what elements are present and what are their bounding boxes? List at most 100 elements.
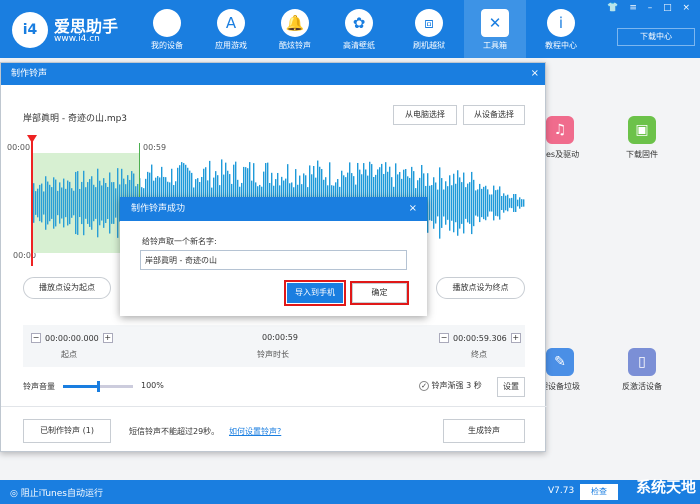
tool-deactivate-device[interactable]: ▯ 反激活设备 [612,348,672,392]
end-caption: 终点 [471,350,487,359]
settings-button[interactable]: 设置 [497,377,525,397]
dialog-title: 制作铃声 [11,69,48,79]
nav-my-device[interactable]: 我的设备 [136,0,198,58]
select-from-device-button[interactable]: 从设备选择 [463,105,525,125]
waveform-bar [37,188,39,218]
nav-ringtones[interactable]: 🔔 酷炫铃声 [264,0,326,58]
volume-label: 铃声音量 [23,382,55,391]
nav-label: 我的设备 [151,41,183,50]
download-center-button[interactable]: 下载中心 [617,28,695,46]
waveform-bar [427,173,429,233]
window-controls[interactable]: 👕 ≡ – □ × [607,3,694,13]
flower-icon: ✿ [345,9,373,37]
volume-slider[interactable] [63,381,133,392]
duration-caption: 铃声时长 [257,350,289,359]
waveform-bar [479,183,481,223]
waveform-bar [45,176,47,230]
close-icon[interactable]: × [409,197,417,221]
ringtone-name-input[interactable] [140,250,407,270]
waveform-bar [65,188,67,218]
tool-label: 理设备垃圾 [540,382,580,391]
volume-slider-thumb[interactable] [97,381,100,392]
itunes-autorun-toggle[interactable]: ◎ 阻止iTunes自动运行 [10,486,103,499]
waveform-bar [117,168,119,238]
how-to-set-ringtone-link[interactable]: 如何设置铃声? [229,426,281,437]
waveform-bar [79,188,81,218]
tools-icon: ✕ [481,9,509,37]
waveform-bar [49,184,51,222]
waveform-bar [517,199,519,207]
decrement-button[interactable]: − [31,333,41,343]
audio-filename: 岸部眞明 - 奇迹の山.mp3 [23,114,128,124]
select-from-pc-button[interactable]: 从电脑选择 [393,105,457,125]
waveform-bar [113,182,115,224]
fade-in-label: 铃声渐强 3 秒 [431,381,482,390]
start-time-stepper[interactable]: −00:00:00.000 + [31,333,113,343]
waveform-bar [467,183,469,223]
volume-value: 100% [141,381,164,390]
apple-icon [153,9,181,37]
decrement-button[interactable]: − [439,333,449,343]
music-icon: ♫ [546,116,574,144]
waveform-bar [39,184,41,222]
set-start-button[interactable]: 播放点设为起点 [23,277,111,299]
nav-wallpapers[interactable]: ✿ 高清壁纸 [328,0,390,58]
set-end-button[interactable]: 播放点设为终点 [436,277,525,299]
start-time-value: 00:00:00.000 [45,333,99,343]
waveform-bar [451,185,453,221]
waveform-bar [499,186,501,220]
waveform-bar [75,171,77,235]
playhead-marker[interactable] [31,136,33,266]
waveform-bar [69,181,71,225]
waveform-bar [73,190,75,216]
fade-in-checkbox[interactable]: ✓ 铃声渐强 3 秒 [419,380,482,391]
waveform-bar [475,190,477,216]
duration-value: 00:00:59 [262,333,298,342]
waveform-bar [437,189,439,217]
footer-divider [1,406,547,407]
waveform-bar [511,197,513,209]
waveform-bar [53,177,55,229]
waveform-bar [493,185,495,221]
device-icon: ▯ [628,348,656,376]
itunes-toggle-label: 阻止iTunes自动运行 [20,489,103,499]
end-time-value: 00:00:59.306 [453,333,507,343]
waveform-bar [465,187,467,219]
timeline-mid-label: 00:59 [143,143,167,152]
cube-icon: ▣ [628,116,656,144]
end-time-stepper[interactable]: −00:00:59.306 + [439,333,521,343]
waveform-bar [515,194,517,212]
nav-toolbox[interactable]: ✕ 工具箱 [464,0,526,58]
tool-download-firmware[interactable]: ▣ 下载固件 [612,116,672,160]
made-ringtones-button[interactable]: 已制作铃声 (1) [23,419,111,443]
waveform-bar [519,197,521,209]
nav-flash-jailbreak[interactable]: ⧈ 刷机越狱 [398,0,460,58]
waveform-bar [457,170,459,236]
highlight-box [284,280,346,306]
generate-ringtone-button[interactable]: 生成铃声 [443,419,525,443]
waveform-bar [505,195,507,211]
increment-button[interactable]: + [510,333,521,343]
waveform-bar [111,182,113,224]
waveform-bar [509,198,511,208]
waveform-bar [105,182,107,224]
increment-button[interactable]: + [102,333,113,343]
time-panel: −00:00:00.000 + 起点 00:00:59 铃声时长 −00:00:5… [23,325,525,367]
waveform-bar [449,175,451,231]
waveform-bar [41,183,43,223]
waveform-bar [445,181,447,225]
waveform-bar [455,183,457,223]
close-icon[interactable]: × [531,63,539,85]
dialog-header: 制作铃声 × [1,63,545,85]
nav-label: 教程中心 [545,41,577,50]
nav-apps-games[interactable]: A 应用游戏 [200,0,262,58]
modal-title: 制作铃声成功 [131,204,186,214]
box-icon: ⧈ [415,9,443,37]
nav-tutorials[interactable]: i 教程中心 [530,0,592,58]
waveform-bar [473,179,475,227]
waveform-bar [63,178,65,228]
waveform-bar [115,188,117,218]
status-bar: ◎ 阻止iTunes自动运行 V7.73 检查 [0,480,700,504]
waveform-bar [435,182,437,224]
playhead-handle-icon[interactable] [27,135,37,143]
